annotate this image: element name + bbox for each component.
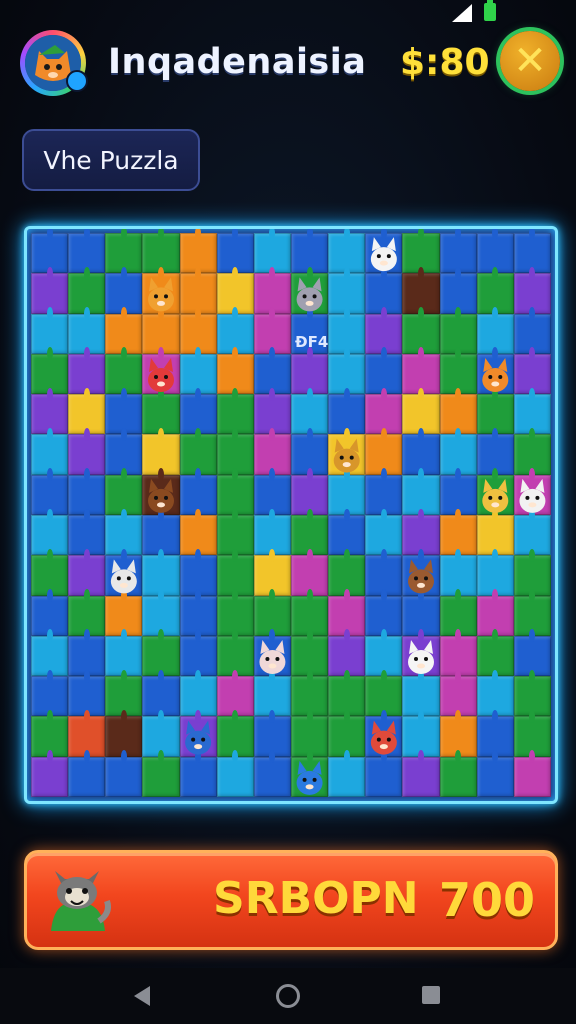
signal-icon	[452, 4, 472, 22]
fox-creature	[148, 277, 174, 312]
cat-creature-6	[259, 640, 286, 674]
cat-creature-5	[408, 640, 434, 674]
fox-creature-2	[482, 358, 509, 392]
recents-nav-icon[interactable]	[422, 986, 440, 1004]
cat-creature	[370, 237, 397, 272]
bear-creature	[148, 478, 174, 513]
cat-creature-4	[110, 559, 137, 594]
bear-creature-2	[408, 559, 434, 594]
cat-creature-2	[519, 478, 546, 513]
close-icon: ✕	[513, 38, 547, 84]
mouse-creature	[296, 277, 323, 312]
status-bar	[0, 0, 576, 26]
home-nav-icon[interactable]	[276, 984, 300, 1008]
gnome-creature-2	[185, 720, 212, 755]
money-counter: $:80	[400, 42, 490, 83]
game-title: Inqadenaisia	[108, 42, 367, 82]
action-button-label: SRBOPN	[213, 873, 419, 924]
system-nav-bar	[0, 968, 576, 1024]
cat-creature-3	[482, 478, 509, 513]
spin-action-button[interactable]: SRBOPN 700	[24, 850, 558, 950]
puzzle-board[interactable]: ÐF4	[24, 226, 558, 804]
action-button-value: 700	[438, 873, 535, 927]
gnome-creature	[148, 358, 174, 392]
mode-label: Vhe Puzzla	[43, 145, 179, 175]
character-layer	[110, 237, 546, 795]
penguin-creature	[296, 760, 323, 795]
top-bar: Inqadenaisia $:80 ✕	[0, 28, 576, 102]
board-overlay-text: ÐF4	[295, 333, 329, 351]
gnome-creature-3	[370, 720, 397, 755]
water-drop-icon	[66, 70, 88, 92]
battery-icon	[484, 0, 496, 21]
avatar[interactable]	[20, 30, 88, 96]
mode-label-pill[interactable]: Vhe Puzzla	[22, 129, 200, 191]
dog-creature	[333, 438, 360, 473]
back-nav-icon[interactable]	[134, 986, 150, 1006]
raccoon-mascot-icon	[51, 871, 111, 931]
close-button[interactable]: ✕	[500, 31, 560, 91]
